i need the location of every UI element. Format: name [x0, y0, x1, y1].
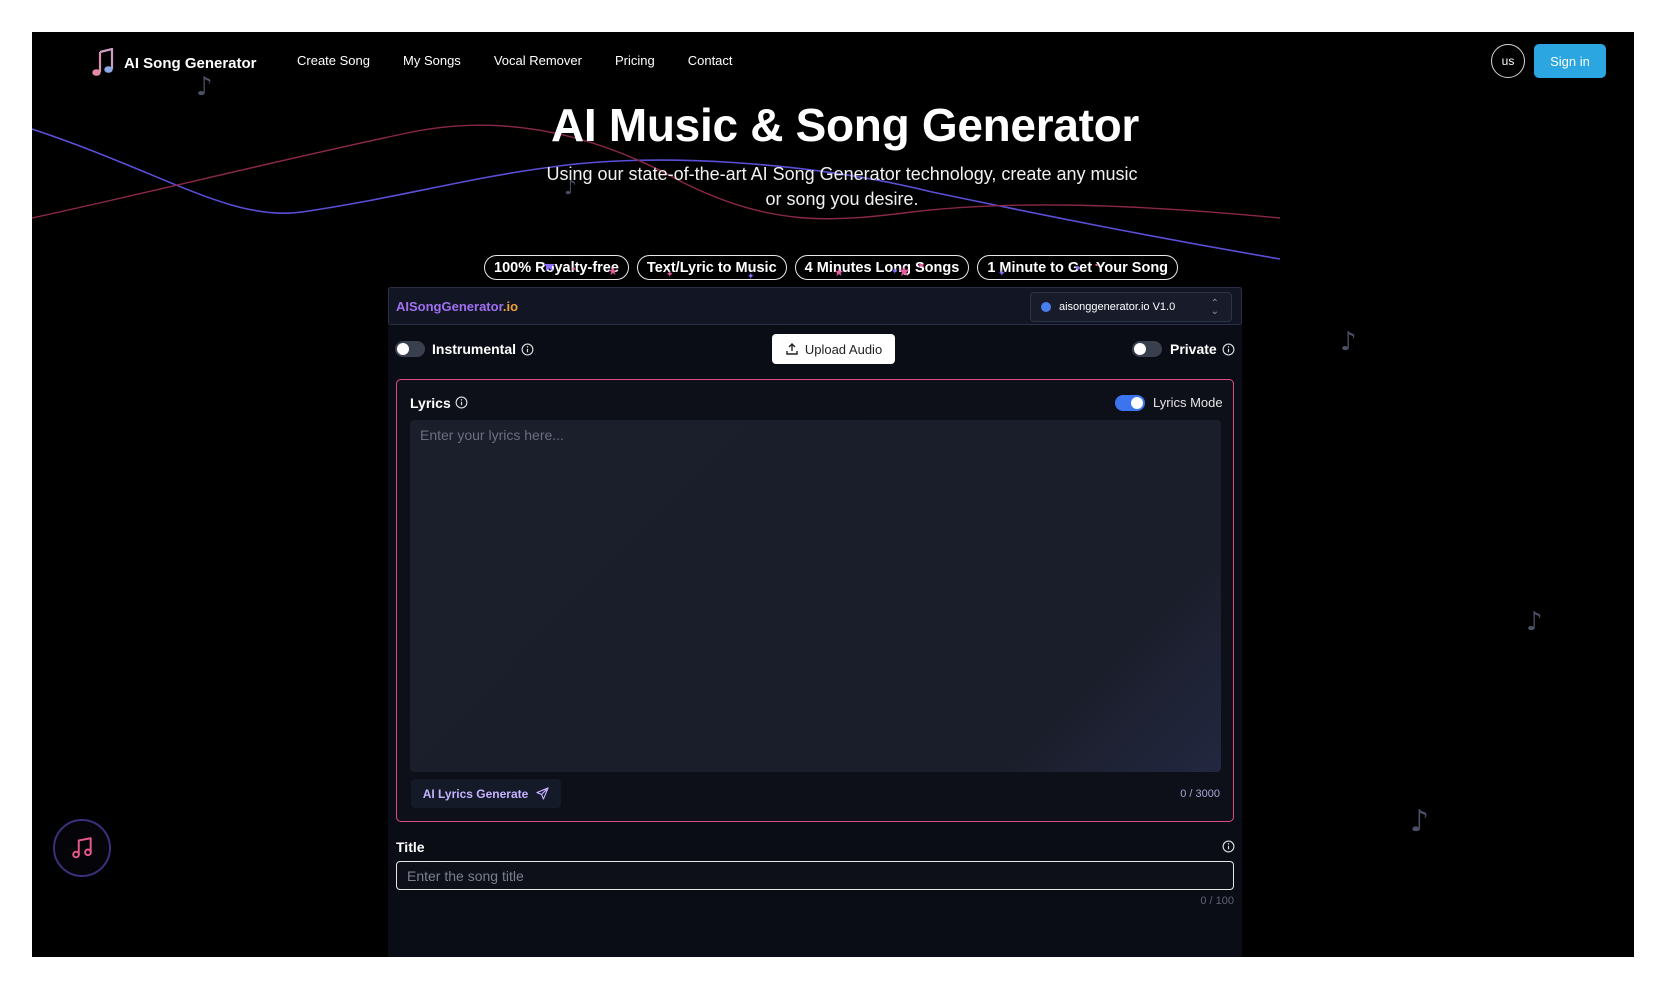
lyrics-char-counter: 0 / 3000 [1180, 788, 1220, 800]
music-player-button[interactable] [53, 819, 111, 877]
brand-name: AI Song Generator [124, 54, 257, 72]
chevron-up-down-icon: ⌃ ⌄ [1210, 298, 1219, 317]
panel-header: AISongGenerator.io aisonggenerator.io V1… [388, 287, 1242, 325]
nav-contact[interactable]: Contact [688, 53, 733, 68]
upload-icon [786, 343, 798, 355]
toggle-knob [1131, 397, 1143, 409]
ai-lyrics-generate-label: AI Lyrics Generate [422, 786, 529, 801]
private-toggle[interactable] [1132, 341, 1162, 357]
badge-one-minute: 1 Minute to Get Your Song [977, 255, 1179, 280]
music-note-logo-icon [92, 48, 114, 76]
lyrics-textarea[interactable]: Enter your lyrics here... [410, 420, 1221, 772]
ai-lyrics-generate-button[interactable]: AI Lyrics Generate [411, 779, 561, 808]
panel-brand-tld: .io [502, 299, 519, 314]
music-note-icon: ♪ [1526, 607, 1543, 637]
toggle-knob [1134, 343, 1146, 355]
upload-audio-button[interactable]: Upload Audio [772, 334, 895, 364]
title-char-counter: 0 / 100 [1200, 895, 1234, 907]
toggle-knob [397, 343, 409, 355]
model-select[interactable]: aisonggenerator.io V1.0 ⌃ ⌄ [1030, 292, 1232, 322]
info-circle-icon[interactable] [1222, 343, 1235, 356]
info-circle-icon[interactable] [1222, 840, 1235, 853]
info-circle-icon[interactable] [521, 343, 534, 356]
app-window: ♪ ♪ ♪ ♪ ♪ AI Song Generator Create Song … [32, 32, 1634, 957]
lyrics-mode-label: Lyrics Mode [1153, 395, 1223, 410]
instrumental-label: Instrumental [432, 341, 517, 357]
language-button[interactable]: us [1491, 44, 1525, 78]
lyrics-mode-toggle[interactable] [1115, 395, 1145, 411]
hero-subtitle: Using our state-of-the-art AI Song Gener… [546, 164, 1138, 209]
nav-pricing[interactable]: Pricing [615, 53, 655, 68]
lyrics-label: Lyrics [410, 395, 451, 411]
paper-plane-icon [536, 787, 549, 800]
song-title-input[interactable]: Enter the song title [396, 861, 1234, 890]
panel-brand: AISongGenerator.io [396, 299, 518, 314]
sign-in-button[interactable]: Sign in [1534, 44, 1606, 78]
upload-audio-label: Upload Audio [804, 341, 883, 357]
lyrics-section: Lyrics Lyrics Mode Enter your lyrics her… [396, 379, 1234, 822]
model-status-dot [1041, 302, 1051, 312]
info-circle-icon[interactable] [455, 396, 468, 409]
nav-create-song[interactable]: Create Song [297, 53, 370, 68]
badge-text-to-music: Text/Lyric to Music [636, 255, 787, 280]
main-nav: Create Song My Songs Vocal Remover Prici… [297, 53, 766, 68]
music-notes-icon [72, 837, 92, 859]
music-note-icon: ♪ [1340, 327, 1357, 357]
title-label: Title [396, 839, 425, 855]
panel-brand-name: AISongGenerator [396, 299, 503, 314]
private-label: Private [1170, 341, 1217, 357]
brand-logo-link[interactable]: AI Song Generator [90, 46, 257, 80]
badge-long-songs: 4 Minutes Long Songs [794, 255, 970, 280]
nav-my-songs[interactable]: My Songs [403, 53, 461, 68]
music-note-icon: ♪ [1410, 804, 1430, 839]
page-title: AI Music & Song Generator [550, 99, 1140, 151]
model-select-value: aisonggenerator.io V1.0 [1059, 301, 1176, 313]
instrumental-toggle[interactable] [395, 341, 425, 357]
badge-royalty-free: 100% Royalty-free [484, 255, 629, 280]
song-creation-panel: AISongGenerator.io aisonggenerator.io V1… [388, 287, 1242, 957]
feature-badges: 100% Royalty-free Text/Lyric to Music 4 … [484, 255, 1179, 280]
nav-vocal-remover[interactable]: Vocal Remover [494, 53, 582, 68]
